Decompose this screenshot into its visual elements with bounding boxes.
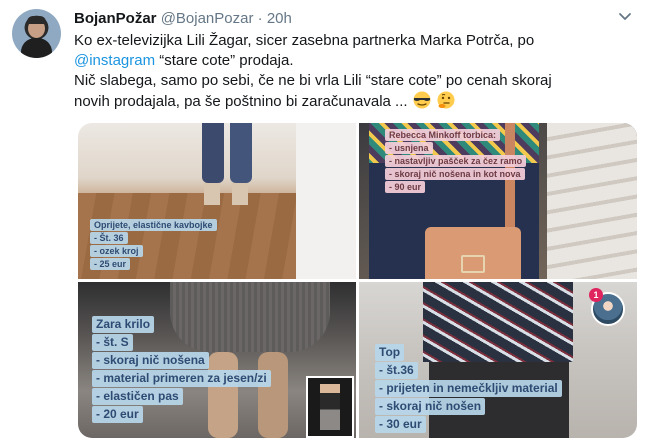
tweet-line-3: Nič slabega, samo po sebi, če ne bi vrla…	[74, 72, 552, 89]
tweet-text: Ko ex-televizijka Lili Žagar, sicer zase…	[74, 31, 634, 112]
caption-line: - Št. 36	[90, 232, 128, 244]
mention-link[interactable]: @instagram	[74, 52, 155, 69]
caption-jeans: Oprijete, elastične kavbojke - Št. 36 - …	[90, 219, 217, 270]
caption-line: - skoraj nič nošena in kot nova	[385, 168, 525, 180]
chevron-down-icon[interactable]	[616, 10, 634, 24]
timestamp[interactable]: 20h	[267, 10, 292, 27]
caption-line: - 25 eur	[90, 258, 131, 270]
user-handle[interactable]: @BojanPozar	[161, 10, 254, 27]
caption-bag: Rebecca Minkoff torbica: - usnjena - nas…	[385, 129, 527, 193]
caption-line: - usnjena	[385, 142, 433, 154]
caption-line: - skoraj nič nošen	[375, 398, 486, 415]
caption-top: Top - št.36 - prijeten in nemečkljiv mat…	[375, 344, 562, 433]
inset-photo	[306, 376, 354, 438]
notification-badge: 1	[589, 288, 603, 302]
photo-skirt[interactable]: Zara krilo - št. S - skoraj nič nošena -…	[78, 282, 356, 438]
tweet-header: BojanPožar @BojanPozar · 20h	[74, 10, 292, 27]
caption-line: Rebecca Minkoff torbica:	[385, 129, 501, 141]
caption-line: - elastičen pas	[92, 388, 183, 405]
caption-line: Zara krilo	[92, 316, 155, 333]
caption-line: Top	[375, 344, 405, 361]
separator-dot: ·	[257, 10, 263, 27]
photo-bag[interactable]: Rebecca Minkoff torbica: - usnjena - nas…	[359, 123, 637, 279]
caption-line: - 90 eur	[385, 181, 426, 193]
caption-line: - št. S	[92, 334, 133, 351]
thinking-emoji-icon	[437, 91, 455, 109]
media-grid: Oprijete, elastične kavbojke - Št. 36 - …	[78, 123, 637, 438]
caption-line: - nastavljiv pašček za čez ramo	[385, 155, 527, 167]
caption-line: - 20 eur	[92, 406, 143, 423]
caption-line: - št.36	[375, 362, 418, 379]
caption-line: - material primeren za jesen/zi	[92, 370, 271, 387]
tweet-line-2: @instagram “stare cote” prodaja.	[74, 51, 634, 71]
caption-line: - skoraj nič nošena	[92, 352, 209, 369]
caption-line: - 30 eur	[375, 416, 426, 433]
caption-line: - ozek kroj	[90, 245, 143, 257]
photo-jeans[interactable]: Oprijete, elastične kavbojke - Št. 36 - …	[78, 123, 356, 279]
caption-line: - prijeten in nemečkljiv material	[375, 380, 562, 397]
tweet-line-4-text: novih prodajala, pa še poštnino bi zarač…	[74, 93, 408, 110]
caption-skirt: Zara krilo - št. S - skoraj nič nošena -…	[92, 316, 271, 423]
caption-line: Oprijete, elastične kavbojke	[90, 219, 217, 231]
sunglasses-emoji-icon	[413, 91, 431, 109]
display-name[interactable]: BojanPožar	[74, 10, 157, 27]
avatar[interactable]	[12, 9, 61, 58]
tweet-line-2-text: “stare cote” prodaja.	[155, 52, 294, 69]
tweet-line-1: Ko ex-televizijka Lili Žagar, sicer zase…	[74, 32, 535, 49]
photo-top[interactable]: 1 Top - št.36 - prijeten in nemečkljiv m…	[359, 282, 637, 438]
tweet-line-4: novih prodajala, pa še poštnino bi zarač…	[74, 91, 634, 112]
